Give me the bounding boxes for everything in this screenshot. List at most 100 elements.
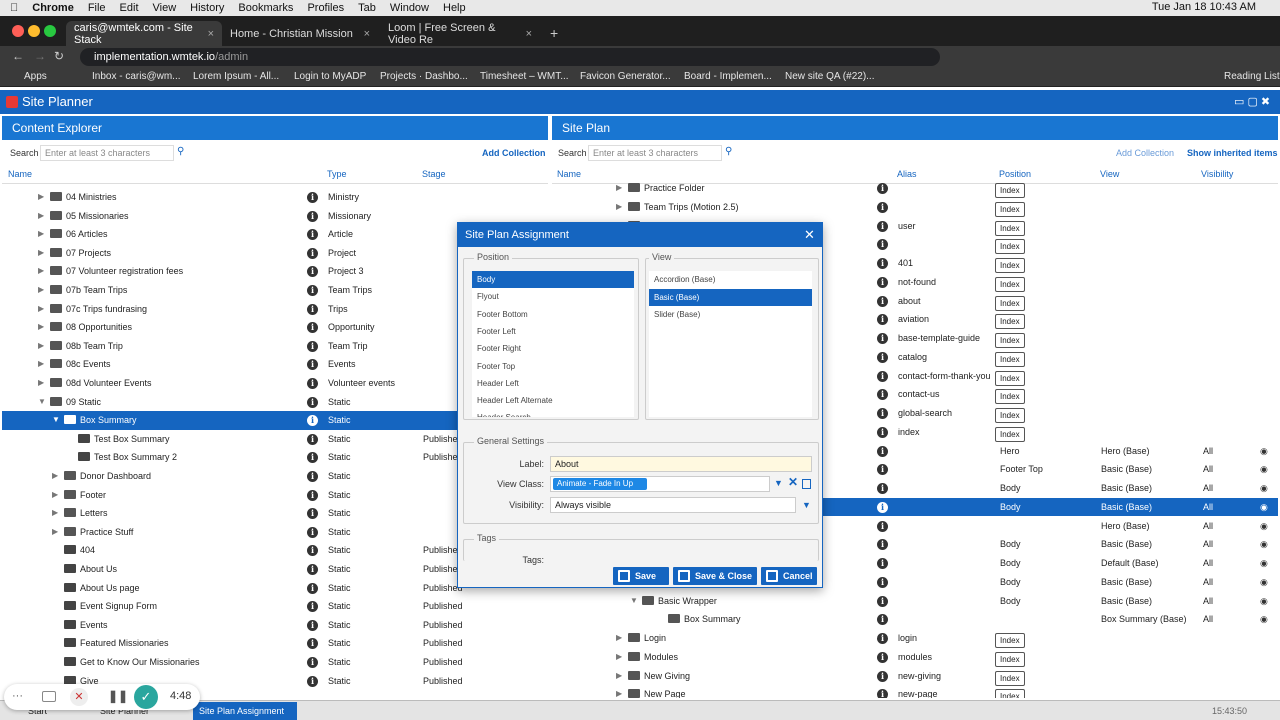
col-name[interactable]: Name xyxy=(557,169,581,179)
site-plan-row[interactable]: ▶ Team Trips (Motion 2.5) i Index xyxy=(552,198,1278,217)
info-icon[interactable]: i xyxy=(877,689,888,698)
site-plan-row[interactable]: ▶ New Page i new-page Index xyxy=(552,685,1278,698)
expand-icon[interactable]: ▶ xyxy=(38,304,44,313)
collapse-icon[interactable]: ▼ xyxy=(630,596,638,605)
info-icon[interactable]: i xyxy=(877,426,888,438)
position-option[interactable]: Flyout xyxy=(472,288,634,305)
info-icon[interactable]: i xyxy=(307,601,318,613)
pause-icon[interactable]: ❚❚ xyxy=(108,689,128,703)
clear-icon[interactable]: ✕ xyxy=(788,475,798,489)
info-icon[interactable]: i xyxy=(307,545,318,557)
index-button[interactable]: Index xyxy=(995,670,1025,686)
view-option[interactable]: Accordion (Base) xyxy=(649,271,812,288)
expand-icon[interactable]: ▶ xyxy=(616,183,622,192)
info-icon[interactable]: i xyxy=(307,433,318,445)
info-icon[interactable]: i xyxy=(877,633,888,644)
reload-icon[interactable]: ↻ xyxy=(54,49,64,63)
info-icon[interactable]: i xyxy=(307,303,318,315)
info-icon[interactable]: i xyxy=(877,483,888,494)
index-button[interactable]: Index xyxy=(995,276,1025,292)
eye-icon[interactable]: ◉ xyxy=(1260,446,1268,457)
info-icon[interactable]: i xyxy=(307,452,318,464)
eye-icon[interactable]: ◉ xyxy=(1260,539,1268,550)
index-button[interactable]: Index xyxy=(995,314,1025,330)
info-icon[interactable]: i xyxy=(877,501,888,513)
minimize-window-icon[interactable] xyxy=(28,25,40,37)
apple-icon[interactable]:  xyxy=(10,2,18,14)
bookmark-lorem[interactable]: Lorem Ipsum - All... xyxy=(193,71,279,82)
expand-icon[interactable]: ▶ xyxy=(616,633,622,642)
info-icon[interactable]: i xyxy=(877,389,888,401)
eye-icon[interactable]: ◉ xyxy=(1260,502,1268,513)
content-row[interactable]: Event Signup Form i Static Published xyxy=(2,597,548,616)
tab-site-stack[interactable]: caris@wmtek.com - Site Stack × xyxy=(66,21,222,46)
content-row[interactable]: ▶ 04 Ministries i Ministry xyxy=(2,188,548,207)
info-icon[interactable]: i xyxy=(877,201,888,213)
position-option[interactable]: Header Search xyxy=(472,409,634,417)
add-collection-button[interactable]: Add Collection xyxy=(482,148,546,158)
window-controls-icon[interactable]: ▭ ▢ ✖ xyxy=(1234,90,1270,114)
menu-view[interactable]: View xyxy=(153,2,177,14)
expand-icon[interactable]: ▶ xyxy=(38,266,44,275)
info-icon[interactable]: i xyxy=(877,558,888,569)
app-menu[interactable]: Chrome xyxy=(32,2,74,14)
col-name[interactable]: Name xyxy=(8,169,32,179)
expand-icon[interactable]: ▶ xyxy=(52,527,58,536)
info-icon[interactable]: i xyxy=(877,314,888,326)
info-icon[interactable]: i xyxy=(877,370,888,382)
expand-icon[interactable]: ▶ xyxy=(38,248,44,257)
info-icon[interactable]: i xyxy=(877,351,888,363)
expand-icon[interactable]: ▶ xyxy=(38,322,44,331)
info-icon[interactable]: i xyxy=(307,619,318,631)
view-class-input[interactable]: Animate - Fade In Up xyxy=(550,476,770,492)
camera-icon[interactable] xyxy=(42,691,56,702)
expand-icon[interactable]: ▶ xyxy=(616,671,622,680)
index-button[interactable]: Index xyxy=(995,183,1025,198)
menu-edit[interactable]: Edit xyxy=(120,2,139,14)
save-button[interactable]: Save xyxy=(613,567,669,585)
info-icon[interactable]: i xyxy=(307,508,318,520)
label-input[interactable]: About xyxy=(550,456,812,472)
expand-icon[interactable]: ▶ xyxy=(38,192,44,201)
visibility-select[interactable]: Always visible xyxy=(550,497,796,513)
close-tab-icon[interactable]: × xyxy=(526,28,532,40)
menu-bookmarks[interactable]: Bookmarks xyxy=(238,2,293,14)
info-icon[interactable]: i xyxy=(307,210,318,222)
info-icon[interactable]: i xyxy=(877,239,888,251)
edit-icon[interactable] xyxy=(802,479,811,489)
info-icon[interactable]: i xyxy=(877,595,888,607)
view-option[interactable]: Basic (Base) xyxy=(649,288,812,306)
info-icon[interactable]: i xyxy=(307,378,318,389)
position-option[interactable]: Body xyxy=(472,271,634,288)
expand-icon[interactable]: ▶ xyxy=(616,202,622,211)
address-bar[interactable]: implementation.wmtek.io/admin xyxy=(80,48,940,66)
search-input[interactable]: Enter at least 3 characters xyxy=(40,145,174,161)
zoom-window-icon[interactable] xyxy=(44,25,56,37)
info-icon[interactable]: i xyxy=(307,192,318,203)
content-row[interactable]: Events i Static Published xyxy=(2,616,548,635)
position-option[interactable]: Footer Left xyxy=(472,323,634,340)
info-icon[interactable]: i xyxy=(307,489,318,501)
delete-icon[interactable]: ✕ xyxy=(70,688,88,706)
view-option[interactable]: Slider (Base) xyxy=(649,306,812,323)
index-button[interactable]: Index xyxy=(995,258,1025,273)
site-plan-row[interactable]: Box Summary i Box Summary (Base) All ◉ xyxy=(552,610,1278,629)
info-icon[interactable]: i xyxy=(877,576,888,588)
back-icon[interactable]: ← xyxy=(12,49,24,63)
info-icon[interactable]: i xyxy=(307,564,318,575)
eye-icon[interactable]: ◉ xyxy=(1260,596,1268,607)
position-option[interactable]: Footer Top xyxy=(472,358,634,375)
index-button[interactable]: Index xyxy=(995,220,1025,236)
expand-icon[interactable]: ▶ xyxy=(52,508,58,517)
eye-icon[interactable]: ◉ xyxy=(1260,558,1268,569)
info-icon[interactable]: i xyxy=(307,638,318,650)
close-tab-icon[interactable]: × xyxy=(208,28,214,40)
content-row[interactable]: Get to Know Our Missionaries i Static Publi… xyxy=(2,653,548,672)
info-icon[interactable]: i xyxy=(307,657,318,668)
index-button[interactable]: Index xyxy=(995,351,1025,367)
info-icon[interactable]: i xyxy=(307,247,318,259)
taskbar-site-plan-assignment[interactable]: Site Plan Assignment xyxy=(193,702,297,720)
new-tab-icon[interactable]: + xyxy=(550,25,558,41)
more-icon[interactable]: ··· xyxy=(12,690,23,702)
index-button[interactable]: Index xyxy=(995,201,1025,217)
